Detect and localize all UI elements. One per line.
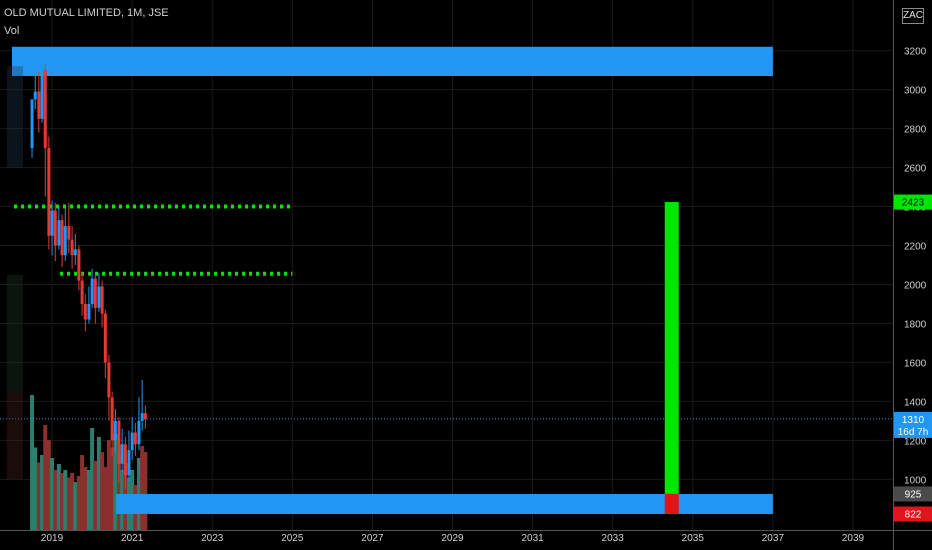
- x-tick-label: 2027: [361, 533, 384, 544]
- y-tick-label: 2200: [904, 242, 927, 253]
- position-loss-bar: [664, 493, 679, 515]
- candle-body: [40, 70, 44, 119]
- candle-body: [113, 420, 117, 441]
- y-tick-label: 1000: [904, 475, 927, 486]
- currency-badge[interactable]: ZAC: [902, 8, 924, 24]
- candle-body: [63, 226, 67, 256]
- candle-body: [87, 303, 91, 320]
- candle-body: [137, 420, 141, 445]
- volume-bar: [43, 425, 48, 530]
- price-label-stop-text: 822: [905, 510, 922, 521]
- volume-bar: [73, 482, 78, 530]
- x-tick-label: 2021: [121, 533, 144, 544]
- y-tick-label: 1400: [904, 397, 927, 408]
- x-tick-label: 2025: [281, 533, 304, 544]
- candle-body: [120, 444, 124, 464]
- x-tick-label: 2037: [762, 533, 785, 544]
- candle-body: [30, 99, 34, 149]
- candle-body: [70, 239, 74, 256]
- y-tick-label: 2000: [904, 280, 927, 291]
- y-tick-label: 2800: [904, 125, 927, 136]
- x-tick-label: 2023: [201, 533, 224, 544]
- candle-body: [77, 249, 81, 281]
- x-tick-label: 2031: [521, 533, 544, 544]
- candle-body: [123, 444, 127, 476]
- volume-bar: [63, 470, 68, 530]
- price-label-target-text: 2423: [902, 198, 925, 209]
- position-profit-bar: [664, 202, 679, 494]
- candle-body: [130, 432, 134, 451]
- candle-body: [127, 450, 131, 476]
- y-tick-label: 1600: [904, 358, 927, 369]
- candle-body: [103, 313, 107, 363]
- y-tick-label: 3200: [904, 47, 927, 58]
- candle-body: [117, 420, 121, 464]
- price-label-last-subtext: 16d 7h: [898, 427, 929, 438]
- volume-bar: [93, 461, 98, 530]
- candle-body: [73, 249, 77, 256]
- candle-body: [93, 278, 97, 308]
- left-overlay-green: [7, 274, 23, 392]
- x-tick-label: 2039: [842, 533, 865, 544]
- y-tick-label: 3000: [904, 86, 927, 97]
- volume-bar: [103, 467, 108, 530]
- candle-body: [57, 220, 61, 246]
- left-overlay-blue: [7, 66, 23, 168]
- price-label-last-text: 1310: [902, 415, 925, 426]
- candle-body: [37, 91, 41, 119]
- x-tick-label: 2029: [441, 533, 464, 544]
- y-tick-label: 2600: [904, 164, 927, 175]
- candle-body: [140, 413, 144, 421]
- left-overlay-red: [7, 391, 23, 480]
- chart-canvas[interactable]: 1000120014001600180020002200240026002800…: [0, 0, 932, 550]
- volume-bar: [33, 447, 38, 530]
- upper-zone: [12, 46, 773, 76]
- candle-body: [83, 303, 87, 320]
- y-tick-label: 1200: [904, 436, 927, 447]
- volume-bar: [53, 470, 58, 530]
- candle-body: [107, 362, 111, 398]
- candle-body: [33, 91, 37, 100]
- symbol-title: OLD MUTUAL LIMITED, 1M, JSE: [4, 7, 169, 19]
- candle-body: [143, 413, 147, 419]
- candle-body: [133, 432, 137, 445]
- candle-body: [60, 220, 64, 256]
- candle-body: [67, 226, 71, 240]
- candle-body: [97, 286, 101, 308]
- x-tick-label: 2035: [682, 533, 705, 544]
- x-tick-label: 2033: [602, 533, 625, 544]
- candle-body: [80, 280, 84, 304]
- price-label-support-text: 925: [905, 489, 922, 500]
- candle-body: [90, 278, 94, 304]
- candle-body: [53, 210, 57, 246]
- candle-body: [43, 70, 47, 149]
- y-tick-label: 1800: [904, 319, 927, 330]
- candle-body: [100, 286, 104, 314]
- volume-bar: [83, 467, 88, 530]
- candle-body: [110, 397, 114, 441]
- volume-bar: [143, 452, 148, 530]
- candle-body: [50, 210, 54, 236]
- x-tick-label: 2019: [41, 533, 64, 544]
- volume-label: Vol: [4, 25, 20, 37]
- candle-body: [47, 148, 51, 236]
